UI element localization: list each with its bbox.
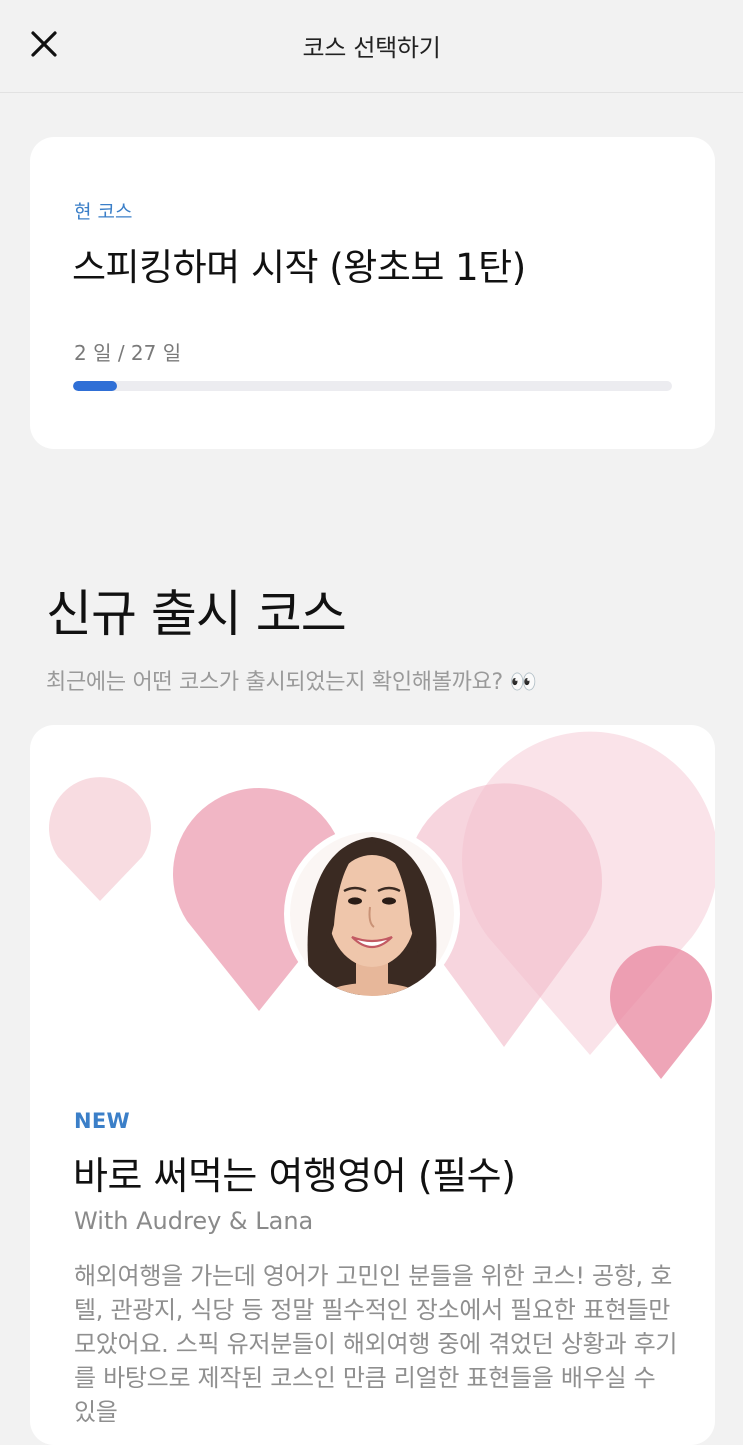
current-course-card[interactable]: 현 코스 스피킹하며 시작 (왕초보 1탄) 2 일 / 27 일 [30, 137, 715, 449]
new-badge: NEW [74, 1109, 130, 1133]
course-instructors: With Audrey & Lana [74, 1207, 314, 1235]
course-banner-illustration [49, 731, 715, 1079]
section-subtitle: 최근에는 어떤 코스가 출시되었는지 확인해볼까요? 👀 [46, 670, 537, 695]
instructor-avatar [284, 826, 460, 1002]
featured-course-card[interactable]: NEW 바로 써먹는 여행영어 (필수) With Audrey & Lana … [30, 725, 715, 1445]
page-title: 코스 선택하기 [302, 34, 441, 62]
course-description: 해외여행을 가는데 영어가 고민인 분들을 위한 코스! 공항, 호텔, 관광지… [74, 1262, 678, 1426]
course-progress-fill [73, 381, 118, 391]
top-bar: 코스 선택하기 [0, 0, 743, 93]
course-title: 바로 써먹는 여행영어 (필수) [73, 1154, 516, 1198]
current-course-label: 현 코스 [74, 201, 133, 223]
course-progress-text: 2 일 / 27 일 [74, 341, 182, 365]
section-title: 신규 출시 코스 [46, 585, 347, 643]
course-progress-bar [73, 381, 672, 391]
current-course-title: 스피킹하며 시작 (왕초보 1탄) [72, 246, 526, 289]
